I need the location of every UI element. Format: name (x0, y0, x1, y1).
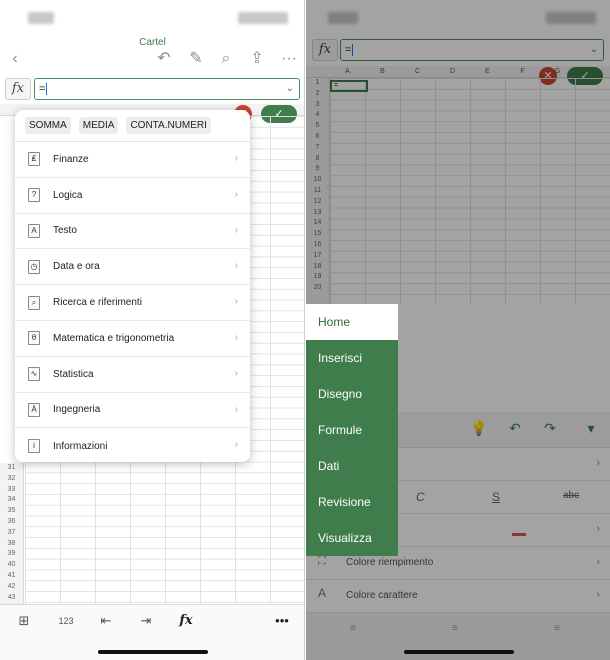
more-icon[interactable]: ••• (270, 611, 294, 631)
row-number[interactable]: 41 (0, 571, 23, 582)
search-icon[interactable]: ⌕ (215, 48, 237, 70)
tab-visualizza[interactable]: Visualizza (306, 520, 398, 556)
chart-icon: ∿ (28, 367, 40, 382)
tab-dati[interactable]: Dati (306, 448, 398, 484)
function-category-item[interactable]: A Testo › (15, 214, 250, 250)
row-number[interactable]: 33 (0, 485, 23, 496)
back-icon[interactable]: ‹ (4, 48, 26, 70)
clock-icon: ◷ (28, 259, 40, 274)
row-number[interactable]: 35 (0, 506, 23, 517)
function-category-item[interactable]: ₤ Finanze › (15, 142, 250, 178)
row-number[interactable]: 37 (0, 528, 23, 539)
bottom-toolbar: ⊞ 123 ⇤ ⇥ fx ••• (0, 604, 304, 660)
row-number[interactable]: 36 (0, 517, 23, 528)
quick-function-somma[interactable]: SOMMA (25, 117, 71, 134)
logic-icon: ? (28, 188, 40, 203)
row-number[interactable]: 42 (0, 582, 23, 593)
tab-disegno[interactable]: Disegno (306, 376, 398, 412)
function-category-label: Statistica (53, 368, 94, 380)
chevron-right-icon: › (234, 153, 238, 164)
tab-forward-icon[interactable]: ⇥ (134, 611, 158, 631)
function-category-item[interactable]: ⌕ Ricerca e riferimenti › (15, 285, 250, 321)
function-category-label: Informazioni (53, 440, 108, 452)
row-number[interactable]: 43 (0, 593, 23, 604)
chevron-right-icon: › (234, 188, 238, 200)
chevron-right-icon: › (234, 403, 238, 415)
chevron-right-icon: › (234, 224, 238, 236)
function-category-label: Data e ora (53, 261, 100, 273)
numeric-keyboard-icon[interactable]: 123 (54, 611, 78, 631)
function-category-item[interactable]: θ Matematica e trigonometria › (15, 321, 250, 357)
search-icon: ⌕ (28, 295, 40, 310)
function-popup: SOMMA MEDIA CONTA.NUMERI ₤ Finanze ›? Logic… (15, 110, 250, 462)
finance-icon: ₤ (28, 152, 40, 167)
function-category-item[interactable]: ◷ Data e ora › (15, 249, 250, 286)
tab-inserisci[interactable]: Inserisci (306, 340, 398, 376)
function-category-item[interactable]: ? Logica › (15, 178, 250, 214)
function-category-label: Matematica e trigonometria (53, 332, 175, 344)
tab-revisione[interactable]: Revisione (306, 484, 398, 520)
engineering-icon: Ä (28, 402, 40, 417)
ribbon-tab-menu: Home Inserisci Disegno Formule Dati Revisione… (306, 304, 398, 556)
function-category-label: Ingegneria (53, 404, 101, 416)
formula-input[interactable]: = ⌄ (34, 78, 300, 100)
row-number[interactable]: 40 (0, 560, 23, 571)
document-title: Cartel (139, 37, 166, 48)
row-number[interactable]: 38 (0, 539, 23, 550)
function-category-label: Logica (53, 189, 83, 201)
row-number[interactable]: 32 (0, 474, 23, 485)
function-category-label: Ricerca e riferimenti (53, 297, 142, 309)
chevron-right-icon: › (234, 260, 238, 272)
fx-keyboard-button[interactable]: fx (174, 611, 198, 631)
status-icons (238, 12, 288, 24)
chevron-down-icon[interactable]: ⌄ (286, 79, 294, 99)
tab-formule[interactable]: Formule (306, 412, 398, 448)
function-category-item[interactable]: Ä Ingegneria › (15, 393, 250, 429)
quick-function-conta-numeri[interactable]: CONTA.NUMERI (126, 117, 211, 134)
tab-home[interactable]: Home (306, 304, 398, 340)
text-icon: A (28, 223, 40, 238)
left-screen: Cartel ‹ ↶ ✎ ⌕ ⇪ ··· fx = ⌄ ✕ ✓ 31323334… (0, 0, 305, 660)
quick-functions: SOMMA MEDIA CONTA.NUMERI (15, 110, 250, 142)
chevron-right-icon: › (234, 331, 238, 343)
function-category-item[interactable]: ∿ Statistica › (15, 357, 250, 393)
home-indicator (404, 650, 514, 654)
function-category-list: ₤ Finanze ›? Logica › A Testo › ◷ Data e ora › ⌕ Ric… (15, 142, 250, 462)
status-time (28, 12, 54, 24)
share-icon[interactable]: ⇪ (246, 48, 268, 70)
chevron-right-icon: › (234, 439, 238, 451)
function-category-item[interactable]: i Informazioni › (15, 428, 250, 462)
chevron-right-icon: › (234, 367, 238, 379)
function-category-label: Finanze (53, 153, 89, 165)
theta-icon: θ (28, 331, 40, 346)
formula-text: = (39, 83, 46, 95)
row-number[interactable]: 31 (0, 463, 23, 474)
table-icon[interactable]: ⊞ (12, 611, 36, 631)
row-number[interactable]: 39 (0, 549, 23, 560)
draw-icon[interactable]: ✎ (185, 48, 207, 70)
row-header: 3132333435363738394041424344 (0, 463, 24, 611)
tab-back-icon[interactable]: ⇤ (94, 611, 118, 631)
home-indicator (98, 650, 208, 654)
info-icon: i (28, 439, 40, 454)
undo-icon[interactable]: ↶ (153, 48, 175, 70)
quick-function-media[interactable]: MEDIA (78, 117, 119, 134)
chevron-right-icon: › (234, 296, 238, 308)
row-number[interactable]: 34 (0, 495, 23, 506)
function-category-label: Testo (53, 225, 77, 237)
fx-button[interactable]: fx (5, 78, 31, 100)
more-icon[interactable]: ··· (278, 48, 300, 70)
right-screen: fx = ⌄ ABCDEFG ✕ ✓ 1 2 3 4 5 6 7 8 9 10 11 12 13 14 15… (306, 0, 610, 660)
